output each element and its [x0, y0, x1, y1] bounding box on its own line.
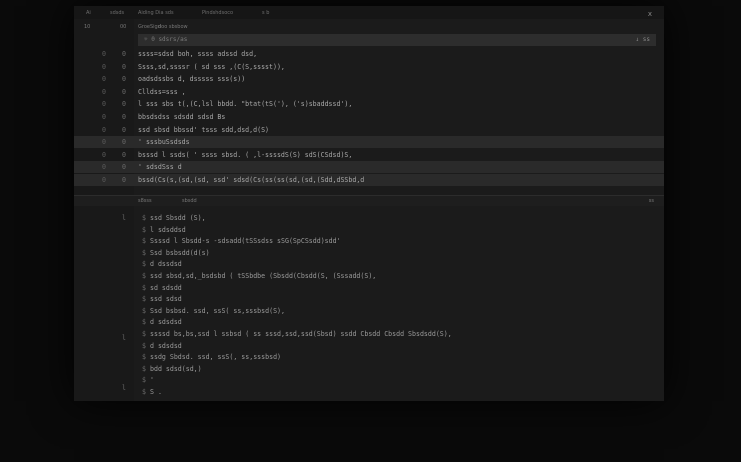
panel-tab-2[interactable]: sbsdd [182, 196, 197, 206]
tab-4[interactable]: doo sbsbow [158, 24, 188, 30]
line-number: 0 [102, 150, 106, 159]
terminal-prompt: $ [142, 295, 146, 304]
line-marker: 0 [122, 163, 126, 172]
line-marker: 0 [122, 50, 126, 58]
terminal-text: ssd sdsd [150, 295, 182, 304]
terminal-prompt: $ [142, 364, 146, 373]
line-code: bbsdsdss sdsdd sdsd Bs [138, 113, 226, 121]
terminal-text: ssd sbsd,sd,_bsdsbd ( tSSbdbe (Sbsdd(Cbs… [150, 272, 377, 280]
code-line[interactable]: 0 0 bssd(Cs(s,(sd,(sd, ssd' sdsd(Cs(ss(ss(… [74, 174, 664, 186]
terminal-text: Ssd bsbsd. ssd, ssS( ss,sssbsd(S), [150, 306, 285, 315]
find-input[interactable]: ☼ 0 sdsrs/as [144, 34, 187, 46]
terminal-prompt: $ [142, 214, 146, 222]
panel-tab-1[interactable]: s8sss [138, 196, 152, 206]
line-marker: 0 [122, 150, 126, 159]
line-marker: 0 [122, 125, 126, 134]
line-marker: 0 [122, 176, 126, 184]
line-code: Ssss,sd,ssssr ( sd sss ,(C(S,sssst)), [138, 62, 285, 71]
line-marker: 0 [122, 100, 126, 109]
terminal-text: d sdsdsd [150, 318, 182, 327]
code-line[interactable]: 0 0 oadsdssbs d, dsssss sss(s)) [74, 73, 664, 85]
code-line[interactable]: 0 0 Clldss=sss , [74, 86, 664, 98]
code-line[interactable]: 0 0 ssd sbsd bbssd' tsss sdd,dsd,d(S) [74, 124, 664, 136]
line-number: 0 [102, 75, 106, 84]
line-number: 0 [102, 125, 106, 134]
panel-bar: s8sss sbsdd ss [74, 195, 664, 206]
terminal-side-mark: l [122, 384, 126, 392]
code-line[interactable]: 0 0 ssss=sdsd boh, ssss adssd dsd, [74, 48, 664, 60]
line-code: ' sdsdSss d [138, 163, 182, 172]
terminal-text: l sdsddsd [150, 225, 186, 234]
code-line[interactable]: 0 0 Ssss,sd,ssssr ( sd sss ,(C(S,sssst)), [74, 61, 664, 73]
terminal-prompt: $ [142, 376, 146, 385]
menu-item-2[interactable]: sdsds [110, 10, 124, 16]
line-code: l sss sbs t(,(C,lsl bbdd. "btat(tS('), (… [138, 100, 353, 109]
terminal-prompt: $ [142, 283, 146, 292]
line-number: 0 [102, 100, 106, 109]
code-line[interactable]: 0 0 ' sdsdSss d [74, 161, 664, 174]
line-code: bssd(Cs(s,(sd,(sd, ssd' sdsd(Cs(ss(ss(sd… [138, 176, 365, 184]
terminal-prompt: $ [142, 248, 146, 257]
terminal-prompt: $ [142, 225, 146, 234]
terminal-text: Ssd bsbsdd(d(s) [150, 248, 210, 257]
tab-3[interactable]: 10 [84, 24, 90, 30]
terminal-prompt: $ [142, 388, 146, 396]
code-line[interactable]: 0 0 ' sssbuSsdsds [74, 136, 664, 149]
line-marker: 0 [122, 62, 126, 71]
terminal-prompt: $ [142, 237, 146, 246]
terminal-prompt: $ [142, 353, 146, 362]
code-line[interactable]: 0 0 bbsdsdss sdsdd sdsd Bs [74, 111, 664, 123]
find-bar[interactable]: ☼ 0 sdsrs/as ↓ ss [138, 34, 656, 46]
menu-item-5[interactable]: s b [262, 10, 269, 16]
tab-1[interactable]: 00 [120, 24, 126, 30]
terminal-side-mark: l [122, 334, 126, 342]
terminal-text: Ssssd l Sbsdd-s -sdsadd(tSSsdss sSG(SpCS… [150, 237, 341, 246]
terminal-text: ' [150, 376, 154, 385]
line-number: 0 [102, 113, 106, 121]
terminal-text: S . [150, 388, 162, 396]
terminal-prompt: $ [142, 330, 146, 338]
menu-item-3[interactable]: Aiding Dia sds [138, 10, 174, 16]
terminal-text: bdd sdsd(sd,) [150, 364, 202, 373]
terminal-text: sd sdsdd [150, 283, 182, 292]
terminal-prompt: $ [142, 260, 146, 269]
line-code: ssd sbsd bbssd' tsss sdd,dsd,d(S) [138, 125, 270, 134]
terminal-text: ssdg Sbdsd. ssd, ssS(, ss,sssbsd) [150, 353, 282, 362]
line-code: bsssd l ssds( ' ssss sbsd. ( ,l-ssssdS(S… [138, 150, 353, 159]
line-number: 0 [102, 50, 106, 58]
line-code: Clldss=sss , [138, 87, 186, 96]
close-icon[interactable]: x [648, 10, 652, 18]
terminal-prompt: $ [142, 318, 146, 327]
menu-item-4[interactable]: Pindshdsoco [202, 10, 233, 16]
menu-bar: Ai sdsds Aiding Dia sds Pindshdsoco s b … [74, 6, 664, 19]
line-code: ssss=sdsd boh, ssss adssd dsd, [138, 50, 258, 58]
editor-window: Ai sdsds Aiding Dia sds Pindshdsoco s b … [74, 6, 664, 401]
line-code: oadsdssbs d, dsssss sss(s)) [138, 75, 246, 84]
line-number: 0 [102, 62, 106, 71]
panel-more-icon[interactable]: ss [649, 196, 654, 206]
terminal-text: ssd Sbsdd (S), [150, 214, 206, 222]
menu-item-1[interactable]: Ai [86, 10, 91, 16]
line-number: 0 [102, 87, 106, 96]
terminal-text: ssssd bs,bs,ssd l ssbsd ( ss sssd,ssd,ss… [150, 330, 452, 338]
terminal-side-mark: l [122, 214, 126, 222]
line-marker: 0 [122, 138, 126, 147]
line-marker: 0 [122, 113, 126, 121]
terminal-prompt: $ [142, 341, 146, 350]
terminal-prompt: $ [142, 272, 146, 280]
line-number: 0 [102, 163, 106, 172]
code-line[interactable]: 0 0 bsssd l ssds( ' ssss sbsd. ( ,l-ssssdS… [74, 149, 664, 161]
tab-bar: 00 GroeSigd 10 doo sbsbow [74, 22, 664, 32]
terminal-prompt: $ [142, 306, 146, 315]
find-options-icon[interactable]: ↓ ss [636, 34, 650, 46]
terminal-text: d sdsdsd [150, 341, 182, 350]
line-number: 0 [102, 176, 106, 184]
terminal-text: d dssdsd [150, 260, 182, 269]
line-number: 0 [102, 138, 106, 147]
line-marker: 0 [122, 87, 126, 96]
line-code: ' sssbuSsdsds [138, 138, 190, 147]
code-line[interactable]: 0 0 l sss sbs t(,(C,lsl bbdd. "btat(tS('),… [74, 98, 664, 110]
line-marker: 0 [122, 75, 126, 84]
